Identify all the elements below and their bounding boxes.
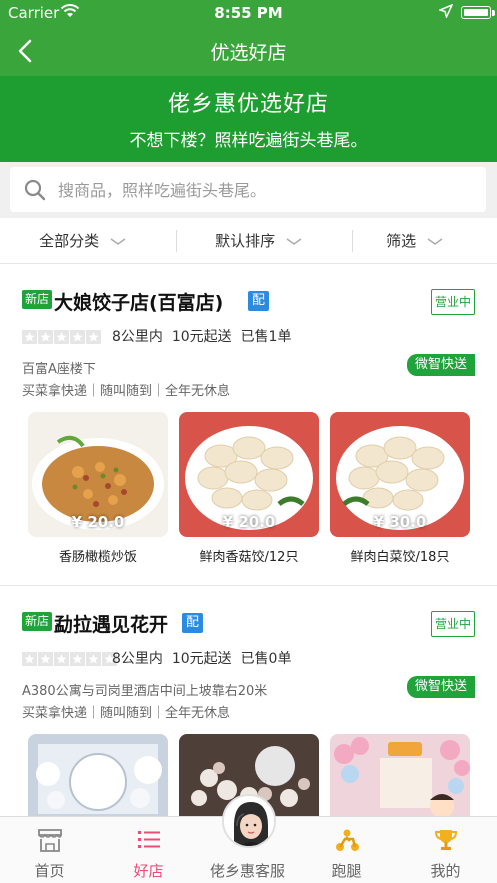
tab-shops-label: 好店 [133,862,164,880]
shop-name[interactable]: 勐拉遇见花开 [54,610,168,637]
shop-name[interactable]: 大娘饺子店(百富店) [54,288,223,315]
rating-stars [22,651,118,666]
location-arrow-icon [439,4,453,18]
star-icon [86,652,101,666]
product-card[interactable] [28,734,168,816]
product-image-wedding-decor[interactable] [28,734,168,816]
shop-address: 百富A座楼下 [22,362,96,377]
filter-category-label: 全部分类 [39,232,100,250]
new-shop-badge: 新店 [22,612,52,631]
min-order: 10元起送 [171,651,232,667]
shop-meta: 8公里内 10元起送 已售0单 [112,648,291,668]
search-box[interactable] [10,167,486,212]
page-title: 优选好店 [210,42,287,64]
chevron-down-icon [110,237,126,245]
scooter-icon [336,829,359,851]
product-price: ¥ 20.0 [71,513,125,531]
shop-card[interactable]: 新店 勐拉遇见花开 配 营业中 8公里内 10元起送 已售0单 A380公寓与司… [0,586,497,816]
star-icon [22,330,37,344]
star-icon [38,652,53,666]
search-icon [24,179,46,201]
status-bar: Carrier 8:55 PM [0,0,497,26]
tab-service-label: 佬乡惠客服 [209,862,285,880]
product-name: 鲜肉白菜饺/18只 [350,550,450,565]
battery-tip [492,10,495,16]
filter-category[interactable]: 全部分类 [0,218,165,264]
shop-icon [38,829,62,852]
filter-bar: 全部分类 默认排序 筛选 [0,218,497,264]
search-input[interactable] [58,175,468,205]
star-icon [38,330,53,344]
distance: 8公里内 [112,329,163,345]
chevron-down-icon [427,237,443,245]
shop-card[interactable]: 新店 大娘饺子店(百富店) 配 营业中 8公里内 10元起送 已售1单 百富A座… [0,264,497,586]
banner-subtitle: 不想下楼？照样吃遍街头巷尾。 [129,131,368,151]
search-area [0,162,497,218]
delivery-badge: 配 [182,613,203,633]
tab-home-label: 首页 [34,862,65,880]
filter-sort[interactable]: 默认排序 [176,218,341,264]
product-name: 香肠橄榄炒饭 [58,550,137,565]
product-image-birthday-decor[interactable] [330,734,470,816]
tab-home[interactable]: 首页 [0,817,99,883]
list-icon [138,831,160,848]
tab-me[interactable]: 我的 [396,817,495,883]
product-price: ¥ 20.0 [222,513,276,531]
customer-service-avatar[interactable] [222,794,276,848]
delivery-badge: 配 [248,291,269,311]
distance: 8公里内 [112,651,163,667]
sold-count: 已售1单 [240,329,292,345]
express-badge: 微智快送 [406,354,475,376]
filter-screen-label: 筛选 [386,232,417,250]
rating-stars [22,329,102,344]
filter-sort-label: 默认排序 [215,232,276,250]
nav-bar: 优选好店 [0,26,497,76]
star-icon [70,330,85,344]
star-icon [54,652,69,666]
express-badge: 微智快送 [406,676,475,698]
product-card[interactable] [330,734,470,816]
battery-icon [461,6,491,19]
star-icon [70,652,85,666]
banner: 佬乡惠优选好店 不想下楼？照样吃遍街头巷尾。 [0,76,497,162]
tab-shops[interactable]: 好店 [99,817,198,883]
sold-count: 已售0单 [240,651,292,667]
star-icon [86,330,101,344]
tab-errand[interactable]: 跑腿 [297,817,396,883]
trophy-icon [434,830,458,850]
tab-me-label: 我的 [430,862,461,880]
filter-screen[interactable]: 筛选 [332,218,497,264]
star-icon [22,652,37,666]
product-name: 鲜肉香菇饺/12只 [199,550,299,565]
shop-meta: 8公里内 10元起送 已售1单 [112,326,291,346]
shop-address: A380公寓与司岗里酒店中间上坡靠右20米 [22,684,268,699]
status-badge: 营业中 [431,611,475,637]
chevron-down-icon [286,237,302,245]
min-order: 10元起送 [171,329,232,345]
product-price: ¥ 30.0 [373,513,427,531]
shop-services: 买菜拿快递｜随叫随到｜全年无休息 [22,706,231,721]
star-icon [54,330,69,344]
new-shop-badge: 新店 [22,290,52,309]
banner-title: 佬乡惠优选好店 [167,92,329,117]
status-badge: 营业中 [431,289,475,315]
shop-services: 买菜拿快递｜随叫随到｜全年无休息 [22,384,231,399]
tab-errand-label: 跑腿 [331,862,362,880]
clock: 8:55 PM [214,4,283,22]
